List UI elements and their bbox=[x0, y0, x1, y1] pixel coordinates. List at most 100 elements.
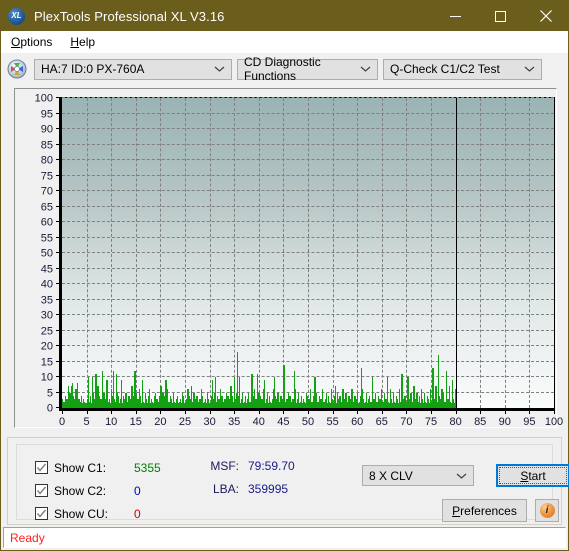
data-end-marker bbox=[455, 98, 457, 408]
x-axis-minor-tick bbox=[140, 408, 142, 411]
x-axis-minor-tick bbox=[549, 408, 551, 411]
x-axis-tick-label: 10 bbox=[105, 416, 118, 428]
show-checkboxes-group: Show C1: 5355 Show C2: 0 Show CU: 0 bbox=[35, 457, 182, 526]
maximize-button[interactable] bbox=[478, 1, 523, 31]
info-icon: i bbox=[539, 503, 555, 518]
check-icon bbox=[36, 509, 47, 518]
x-axis-tick-label: 50 bbox=[301, 416, 315, 428]
chart-frame: 0 5 10 15 20 25 30 35 40 45 50 55 60 65 70 75 80 85 90 95 10… bbox=[14, 88, 563, 429]
x-axis-tick bbox=[406, 408, 408, 414]
x-axis-tick bbox=[554, 408, 555, 414]
y-axis-tick bbox=[56, 205, 62, 207]
lba-row: LBA: 359995 bbox=[199, 482, 295, 505]
x-axis-minor-tick bbox=[337, 408, 339, 411]
checkbox-show-c1[interactable] bbox=[35, 461, 48, 474]
drive-select[interactable]: HA:7 ID:0 PX-760A bbox=[34, 58, 232, 80]
test-select[interactable]: Q-Check C1/C2 Test bbox=[383, 58, 542, 80]
x-axis-tick bbox=[332, 408, 334, 414]
x-axis-minor-tick bbox=[514, 408, 516, 411]
preferences-button-label: references bbox=[460, 503, 517, 518]
x-axis-tick-label: 60 bbox=[351, 416, 364, 428]
xl-logo-icon: XL bbox=[8, 7, 25, 25]
x-axis-minor-tick bbox=[155, 408, 157, 411]
y-axis-tick-label: 20 bbox=[40, 340, 53, 353]
x-axis-minor-tick bbox=[411, 408, 413, 411]
x-axis-minor-tick bbox=[539, 408, 541, 411]
y-axis-tick bbox=[56, 112, 62, 114]
x-axis-minor-tick bbox=[239, 408, 241, 411]
x-axis-minor-tick bbox=[367, 408, 369, 411]
grid-line-vertical bbox=[258, 98, 260, 408]
x-axis-minor-tick bbox=[199, 408, 201, 411]
checkbox-show-cu[interactable] bbox=[35, 507, 48, 520]
status-text: Ready bbox=[10, 530, 45, 545]
x-axis-minor-tick bbox=[490, 408, 492, 411]
y-axis-tick bbox=[56, 267, 62, 269]
y-axis-labels: 0 5 10 15 20 25 30 35 40 45 50 55 60 65 70 75 80 85 90 95 10… bbox=[15, 89, 57, 429]
x-axis-minor-tick bbox=[544, 408, 546, 411]
close-button[interactable] bbox=[523, 1, 568, 31]
window-controls bbox=[433, 1, 568, 31]
grid-line-vertical bbox=[480, 98, 482, 408]
grid-line-vertical bbox=[86, 98, 88, 408]
chevron-down-icon bbox=[360, 66, 371, 73]
y-axis-tick-label: 75 bbox=[40, 170, 53, 182]
y-axis-tick bbox=[56, 236, 62, 238]
x-axis-tick bbox=[381, 408, 383, 414]
x-axis-minor-tick bbox=[81, 408, 83, 411]
x-axis-minor-tick bbox=[229, 408, 231, 411]
y-axis-tick-label: 35 bbox=[40, 294, 53, 306]
x-axis-tick-label: 5 bbox=[83, 416, 90, 428]
x-axis-minor-tick bbox=[96, 408, 98, 411]
start-button-label: tart bbox=[528, 468, 546, 483]
info-button[interactable]: i bbox=[535, 499, 559, 522]
checkbox-show-c2[interactable] bbox=[35, 484, 48, 497]
y-axis-tick bbox=[56, 329, 62, 331]
menu-bar: Options Help bbox=[1, 31, 568, 53]
status-bar: Ready bbox=[3, 527, 566, 548]
speed-select[interactable]: 8 X CLV bbox=[362, 465, 474, 486]
menu-item-options-rest: ptions bbox=[20, 34, 53, 49]
y-axis-tick bbox=[56, 143, 62, 145]
x-axis-tick-label: 30 bbox=[203, 416, 216, 428]
y-axis-tick bbox=[56, 360, 62, 362]
msf-row: MSF: 79:59.70 bbox=[199, 459, 294, 482]
y-axis-tick-label: 65 bbox=[40, 201, 53, 213]
lba-value: 359995 bbox=[248, 482, 289, 496]
y-axis-tick bbox=[56, 159, 62, 160]
x-axis-tick bbox=[308, 408, 309, 414]
y-axis-tick-label: 95 bbox=[40, 108, 53, 120]
x-axis-minor-tick bbox=[214, 408, 216, 411]
grid-line-vertical bbox=[209, 98, 211, 408]
title-bar: XL PlexTools Professional XL V3.16 bbox=[1, 1, 568, 31]
window-title: PlexTools Professional XL V3.16 bbox=[34, 8, 225, 24]
chart-peak-bar bbox=[432, 367, 434, 408]
y-axis-tick bbox=[56, 97, 62, 98]
minimize-button[interactable] bbox=[433, 1, 478, 31]
x-axis-minor-tick bbox=[189, 408, 191, 411]
preferences-button[interactable]: Preferences bbox=[442, 499, 527, 522]
x-axis-minor-tick bbox=[534, 408, 536, 411]
menu-item-options[interactable]: Options bbox=[7, 33, 60, 51]
menu-item-help[interactable]: Help bbox=[66, 33, 103, 51]
x-axis-tick bbox=[185, 408, 186, 414]
grid-line-vertical bbox=[111, 98, 113, 408]
x-axis-minor-tick bbox=[130, 408, 132, 411]
x-axis-minor-tick bbox=[71, 408, 73, 411]
error-count-value: 0 bbox=[134, 483, 141, 498]
plot-area bbox=[56, 97, 555, 414]
start-button[interactable]: Start bbox=[496, 464, 569, 487]
x-axis-minor-tick bbox=[465, 408, 467, 411]
y-axis-tick-label: 50 bbox=[40, 247, 53, 260]
grid-line-vertical bbox=[406, 98, 408, 408]
x-axis-tick bbox=[160, 408, 162, 414]
x-axis-tick-label: 15 bbox=[129, 416, 142, 428]
x-axis-minor-tick bbox=[376, 408, 378, 411]
test-select-value: Q-Check C1/C2 Test bbox=[390, 62, 500, 76]
x-axis-tick-label: 80 bbox=[449, 416, 462, 428]
y-axis-tick-label: 100 bbox=[34, 92, 53, 105]
show-c2-row: Show C2: 0 bbox=[35, 480, 182, 501]
function-select[interactable]: CD Diagnostic Functions bbox=[237, 55, 378, 83]
y-axis-tick bbox=[56, 298, 62, 300]
x-axis-tick bbox=[135, 408, 137, 414]
